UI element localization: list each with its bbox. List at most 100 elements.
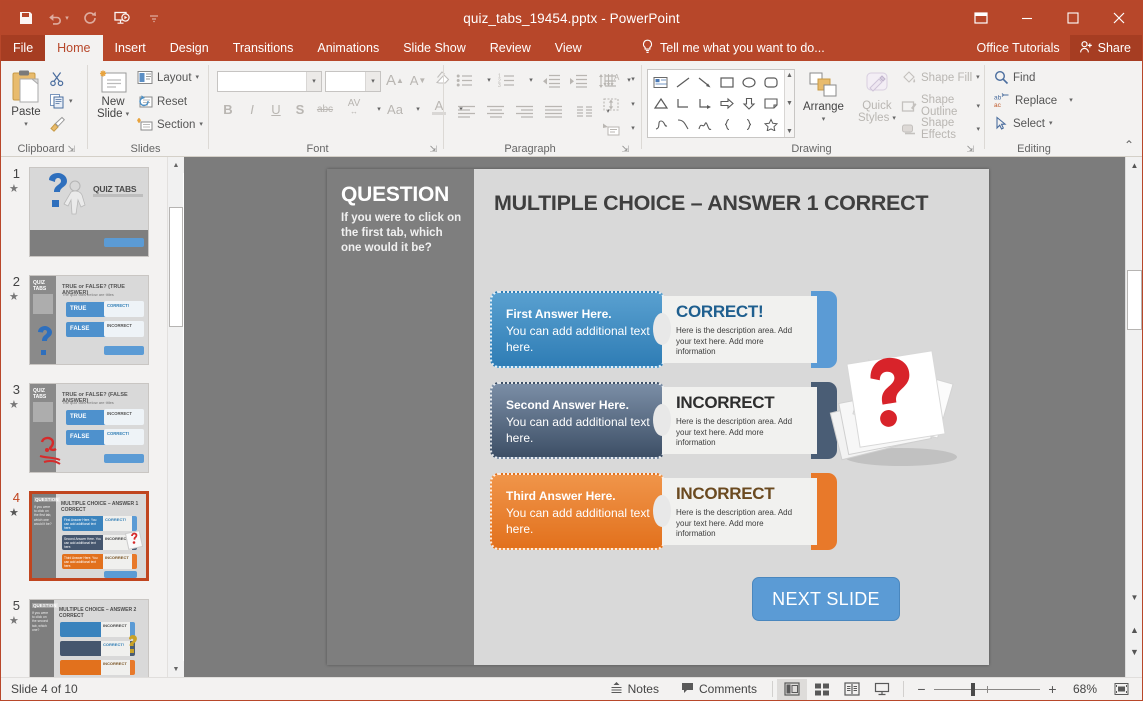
tab-file[interactable]: File	[1, 35, 45, 61]
new-slide-button[interactable]: New Slide ▾	[97, 69, 129, 120]
thumb-scroll-down-icon[interactable]: ▼	[168, 661, 184, 677]
undo-icon[interactable]: ▾	[43, 4, 73, 32]
change-case-dropdown-icon[interactable]: ▾	[407, 99, 429, 120]
increase-indent-button[interactable]	[565, 70, 591, 91]
font-size-input[interactable]: ▾	[325, 71, 381, 92]
font-name-input[interactable]: ▾	[217, 71, 322, 92]
copy-dropdown-icon[interactable]: ▾	[69, 98, 73, 105]
tab-home[interactable]: Home	[45, 35, 102, 61]
answer-card-1[interactable]: First Answer Here. You can add additiona…	[490, 291, 837, 368]
slide-indicator[interactable]: Slide 4 of 10	[11, 682, 78, 696]
drawing-dialog-launcher[interactable]: ⇲	[966, 144, 974, 155]
slide-thumbnail-pane[interactable]: 1 ★ QUIZ TABS	[1, 157, 167, 677]
shape-left-brace-icon[interactable]	[716, 114, 738, 135]
arrange-dropdown-icon[interactable]: ▾	[822, 116, 826, 123]
scroll-down-icon[interactable]: ▼	[1126, 589, 1143, 606]
shapes-gallery[interactable]: ▲ ▼ ▼	[647, 69, 795, 138]
bold-button[interactable]: B	[217, 99, 239, 120]
underline-button[interactable]: U	[265, 99, 287, 120]
shape-outline-dropdown-icon[interactable]: ▾	[976, 103, 980, 110]
answer-box-2[interactable]: Second Answer Here. You can add addition…	[490, 382, 665, 459]
answer-card-2[interactable]: Second Answer Here. You can add addition…	[490, 382, 837, 459]
shape-rectangle-icon[interactable]	[716, 72, 738, 93]
normal-view-button[interactable]	[777, 679, 807, 700]
justify-button[interactable]	[540, 101, 566, 122]
thumbnail-slide-4[interactable]: 4 ★ QUESTION If you were to click on the…	[1, 491, 149, 581]
shape-rounded-rect-icon[interactable]	[760, 72, 782, 93]
align-text-button[interactable]	[599, 94, 623, 115]
paste-button[interactable]: Paste ▾	[9, 69, 43, 128]
zoom-slider-handle[interactable]	[971, 683, 975, 696]
close-icon[interactable]	[1096, 1, 1142, 35]
find-button[interactable]: Find	[994, 70, 1035, 85]
shapes-scroll-up-icon[interactable]: ▲	[786, 72, 793, 79]
start-presentation-icon[interactable]	[107, 4, 137, 32]
answer-box-3[interactable]: Third Answer Here. You can add additiona…	[490, 473, 665, 550]
shape-triangle-icon[interactable]	[650, 93, 672, 114]
question-mark-papers-image[interactable]	[829, 341, 974, 471]
align-center-button[interactable]	[482, 101, 508, 122]
thumb-scroll-up-icon[interactable]: ▲	[168, 157, 184, 173]
bullets-button[interactable]	[453, 70, 477, 91]
slide-editing-area[interactable]: QUESTION If you were to click on the fir…	[184, 157, 1125, 677]
previous-slide-icon[interactable]: ▲	[1126, 621, 1143, 638]
vertical-scrollbar-handle[interactable]	[1127, 270, 1142, 330]
tab-design[interactable]: Design	[158, 35, 221, 61]
italic-button[interactable]: I	[241, 99, 263, 120]
thumbnail-slide-3[interactable]: 3 ★ QUIZTABS TRUE or FALSE? (FALSE ANSWE…	[1, 383, 149, 473]
next-slide-scroll-icon[interactable]: ▼	[1126, 643, 1143, 660]
new-slide-dropdown-icon[interactable]: ▾	[126, 111, 130, 118]
collapse-ribbon-button[interactable]: ⌃	[1124, 138, 1134, 152]
tell-me-search[interactable]: Tell me what you want to do...	[641, 35, 825, 61]
share-button[interactable]: Share	[1070, 35, 1142, 61]
numbering-button[interactable]: 123	[495, 70, 519, 91]
slide-show-button[interactable]	[867, 679, 897, 700]
shape-star-icon[interactable]	[760, 114, 782, 135]
shape-fill-dropdown-icon[interactable]: ▾	[976, 74, 980, 81]
replace-dropdown-icon[interactable]: ▾	[1069, 97, 1073, 104]
paste-dropdown-icon[interactable]: ▾	[24, 121, 28, 128]
increase-font-size-button[interactable]: A▲	[385, 70, 405, 91]
thumbnail-slide-2[interactable]: 2 ★ QUIZTABS TRUE or FALSE? (TRUE ANSWER…	[1, 275, 149, 365]
shape-elbow-arrow-icon[interactable]	[694, 93, 716, 114]
strikethrough-button[interactable]: abc	[313, 99, 337, 120]
zoom-slider[interactable]: − +	[910, 681, 1064, 697]
thumbnail-slide-5[interactable]: 5 ★ QUESTION If you were to click on the…	[1, 599, 149, 677]
shapes-gallery-scrollbar[interactable]: ▲ ▼ ▼	[784, 70, 794, 137]
shapes-scroll-down-icon[interactable]: ▼	[786, 100, 793, 107]
reset-button[interactable]: Reset	[137, 94, 187, 109]
restore-ribbon-icon[interactable]	[958, 1, 1004, 35]
shape-arrow-icon[interactable]	[694, 72, 716, 93]
fit-to-window-icon[interactable]	[1106, 679, 1136, 700]
slide-vertical-scrollbar[interactable]: ▲ ▼ ▲ ▼	[1125, 157, 1142, 677]
shapes-more-icon[interactable]: ▼	[786, 128, 793, 135]
slide-sorter-view-button[interactable]	[807, 679, 837, 700]
replace-button[interactable]: abac Replace ▾	[994, 93, 1073, 108]
shape-oval-icon[interactable]	[738, 72, 760, 93]
shape-folded-corner-icon[interactable]	[760, 93, 782, 114]
quick-styles-dropdown-icon[interactable]: ▾	[892, 115, 896, 122]
section-button[interactable]: Section ▾	[137, 117, 203, 132]
select-button[interactable]: Select ▾	[994, 116, 1052, 131]
zoom-level[interactable]: 68%	[1064, 682, 1106, 696]
shape-down-arrow-icon[interactable]	[738, 93, 760, 114]
quick-styles-button[interactable]: Quick Styles ▾	[858, 71, 896, 124]
answer-box-1[interactable]: First Answer Here. You can add additiona…	[490, 291, 665, 368]
font-name-dropdown-icon[interactable]: ▾	[306, 72, 321, 91]
change-case-button[interactable]: Aa	[382, 99, 408, 120]
minimize-icon[interactable]	[1004, 1, 1050, 35]
shape-freeform-icon[interactable]	[694, 114, 716, 135]
shape-outline-button[interactable]: Shape Outline ▾	[901, 94, 980, 118]
layout-dropdown-icon[interactable]: ▾	[196, 74, 200, 81]
user-name[interactable]: Office Tutorials	[967, 41, 1070, 55]
save-icon[interactable]	[11, 4, 41, 32]
shape-fill-button[interactable]: Shape Fill ▾	[901, 70, 980, 85]
shape-line-icon[interactable]	[672, 72, 694, 93]
decrease-indent-button[interactable]	[538, 70, 564, 91]
align-left-button[interactable]	[453, 101, 479, 122]
shape-curve-icon[interactable]	[672, 114, 694, 135]
customize-qat-icon[interactable]	[139, 4, 169, 32]
answer-card-3[interactable]: Third Answer Here. You can add additiona…	[490, 473, 837, 550]
shape-textbox-icon[interactable]	[650, 72, 672, 93]
reading-view-button[interactable]	[837, 679, 867, 700]
